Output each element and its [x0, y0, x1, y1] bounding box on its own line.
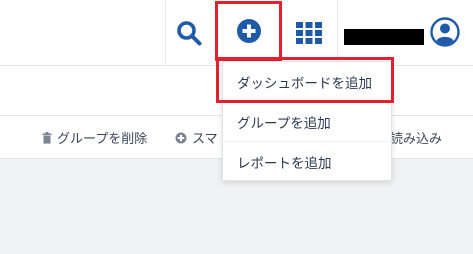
search-button[interactable]: [172, 16, 206, 50]
menu-item-label: ダッシュボードを追加: [237, 75, 372, 92]
add-group-menu-item[interactable]: グループを追加: [223, 102, 393, 142]
add-report-menu-item[interactable]: レポートを追加: [223, 142, 393, 182]
menu-item-label: レポートを追加: [237, 156, 332, 172]
user-circle-icon: [430, 17, 460, 47]
add-button[interactable]: [215, 1, 282, 61]
add-dashboard-menu-item[interactable]: ダッシュボードを追加: [223, 62, 393, 102]
smart-action[interactable]: スマ: [175, 128, 218, 147]
plus-circle-icon: [236, 19, 261, 43]
menu-item-label: グループを追加: [237, 115, 331, 132]
import-action[interactable]: 読み込み: [390, 128, 442, 147]
import-label: 読み込み: [390, 132, 443, 147]
plus-circle-small-icon: [175, 132, 187, 144]
smart-action-label: スマ: [192, 132, 218, 147]
header-divider: [337, 0, 338, 66]
add-dropdown-menu: ダッシュボードを追加 グループを追加 レポートを追加: [222, 61, 393, 182]
grid-icon: [296, 22, 322, 44]
username-redacted[interactable]: [344, 29, 424, 45]
account-button[interactable]: [428, 15, 462, 49]
delete-group-action[interactable]: グループを削除: [42, 128, 147, 147]
delete-group-label: グループを削除: [57, 132, 148, 147]
trash-icon: [42, 131, 52, 144]
apps-grid-button[interactable]: [290, 16, 328, 50]
search-icon: [177, 21, 202, 46]
header-divider: [165, 0, 166, 66]
